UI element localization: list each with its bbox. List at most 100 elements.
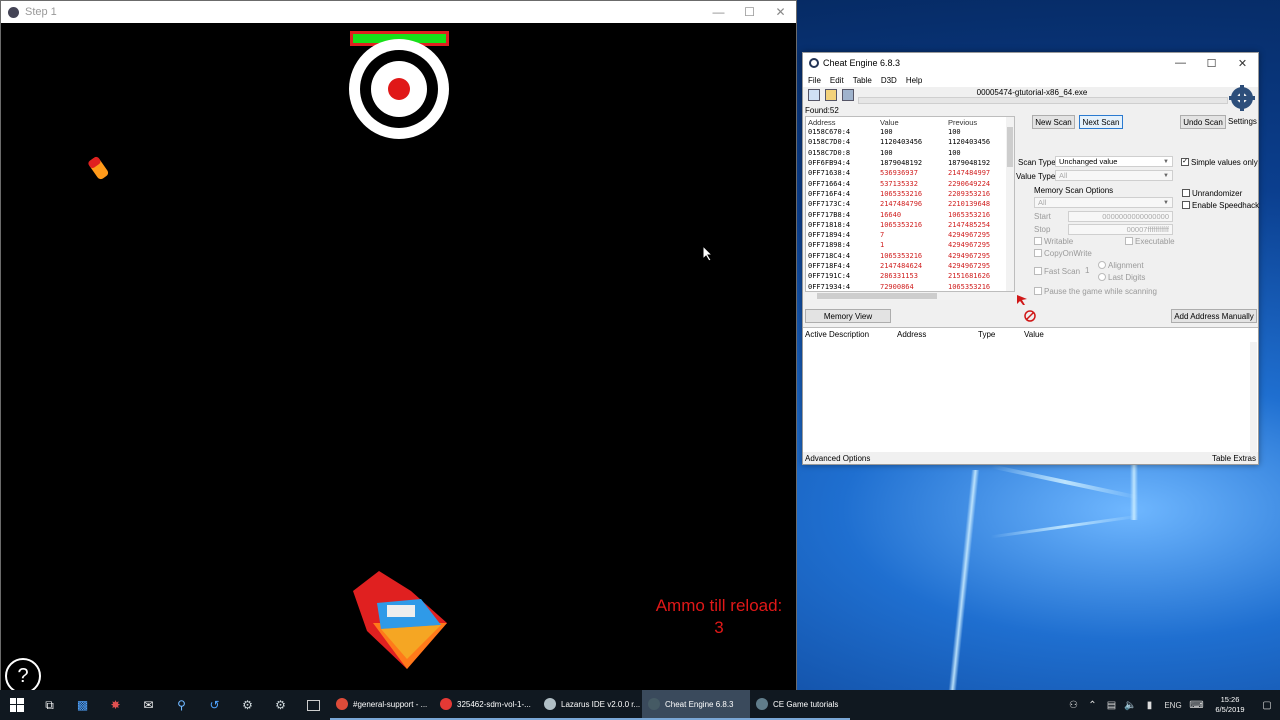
result-row[interactable]: 0FF7173C:4 2147484796 2210139648 <box>806 199 1014 209</box>
volume-icon[interactable]: 🔈 <box>1121 700 1140 711</box>
result-row[interactable]: 0FF71934:4 72900864 1065353216 <box>806 281 1014 291</box>
taskbar-item[interactable]: #general-support - ... <box>330 690 434 720</box>
simple-values-checkbox[interactable]: ✓ <box>1181 158 1189 166</box>
column-previous[interactable]: Previous <box>948 118 1006 127</box>
taskbar-item[interactable]: Cheat Engine 6.8.3 <box>642 690 750 720</box>
result-previous: 4294967295 <box>948 231 991 240</box>
fast-scan-value[interactable]: 1 <box>1085 266 1089 275</box>
pause-game-checkbox[interactable] <box>1034 287 1042 295</box>
pointer-scan-arrow-icon[interactable] <box>1017 295 1029 305</box>
stop-icon[interactable] <box>1024 310 1036 322</box>
minimize-button[interactable]: — <box>703 1 734 23</box>
task-view-button[interactable]: ⧉ <box>33 690 66 720</box>
pinned-app[interactable]: ⚲ <box>165 690 198 720</box>
menu-help[interactable]: Help <box>906 76 922 85</box>
result-row[interactable]: 0FF6FB94:4 1879048192 1879048192 <box>806 158 1014 168</box>
menu-file[interactable]: File <box>808 76 821 85</box>
result-row[interactable]: 0FF717B8:4 16640 1065353216 <box>806 209 1014 219</box>
column-type[interactable]: Type <box>978 330 995 339</box>
ce-close-button[interactable]: ✕ <box>1227 53 1258 73</box>
pinned-app[interactable]: ✸ <box>99 690 132 720</box>
taskbar-item[interactable]: 325462-sdm-vol-1-... <box>434 690 538 720</box>
stop-address-input[interactable]: 00007fffffffffff <box>1068 224 1173 235</box>
new-scan-button[interactable]: New Scan <box>1032 115 1075 129</box>
result-row[interactable]: 0158C670:4 100 100 <box>806 127 1014 137</box>
pinned-app[interactable] <box>297 690 330 720</box>
results-horizontal-scrollbar[interactable] <box>805 292 1000 300</box>
game-canvas[interactable]: Ammo till reload: 3 ? <box>1 23 796 694</box>
clock[interactable]: 15:26 6/5/2019 <box>1206 695 1254 715</box>
result-row[interactable]: 0FF718F4:4 2147484624 4294967295 <box>806 261 1014 271</box>
result-row[interactable]: 0FF718C4:4 1065353216 4294967295 <box>806 251 1014 261</box>
chevron-up-icon[interactable]: ⌃ <box>1083 700 1102 711</box>
close-button[interactable]: ✕ <box>765 1 796 23</box>
scan-results-list[interactable]: Address Value Previous 0158C670:4 100 100 0… <box>805 116 1015 292</box>
help-button[interactable]: ? <box>5 658 41 694</box>
memory-view-button[interactable]: Memory View <box>805 309 891 323</box>
pinned-app[interactable]: ✉ <box>132 690 165 720</box>
ce-minimize-button[interactable]: — <box>1165 53 1196 73</box>
open-process-icon[interactable] <box>808 89 820 101</box>
result-row[interactable]: 0FF71818:4 1065353216 2147485254 <box>806 220 1014 230</box>
alignment-radio[interactable] <box>1098 261 1106 269</box>
column-address[interactable]: Address <box>897 330 926 339</box>
battery-icon[interactable]: ▮ <box>1140 700 1159 711</box>
taskbar-item[interactable]: Lazarus IDE v2.0.0 r... <box>538 690 642 720</box>
menu-table[interactable]: Table <box>853 76 872 85</box>
people-icon[interactable]: ⚇ <box>1064 700 1083 711</box>
column-active-description[interactable]: Active Description <box>805 330 869 339</box>
save-file-icon[interactable] <box>842 89 854 101</box>
result-row[interactable]: 0FF716F4:4 1065353216 2209353216 <box>806 189 1014 199</box>
scan-type-select[interactable]: Unchanged value ▼ <box>1055 156 1173 167</box>
open-file-icon[interactable] <box>825 89 837 101</box>
result-address: 0FF718C4:4 <box>808 251 851 260</box>
menu-d3d[interactable]: D3D <box>881 76 897 85</box>
pinned-app[interactable]: ↺ <box>198 690 231 720</box>
network-icon[interactable]: ▤ <box>1102 700 1121 711</box>
result-row[interactable]: 0FF71894:4 7 4294967295 <box>806 230 1014 240</box>
gear-icon: ⚙ <box>242 698 253 712</box>
writable-checkbox[interactable] <box>1034 237 1042 245</box>
maximize-button[interactable]: ☐ <box>734 1 765 23</box>
result-row[interactable]: 0158C7D0:8 100 100 <box>806 148 1014 158</box>
pinned-app[interactable]: ⚙ <box>264 690 297 720</box>
address-list-scrollbar[interactable] <box>1250 342 1257 452</box>
start-button[interactable] <box>0 690 33 720</box>
taskbar-item[interactable]: CE Game tutorials <box>750 690 850 720</box>
start-address-input[interactable]: 0000000000000000 <box>1068 211 1173 222</box>
column-address[interactable]: Address <box>806 118 880 127</box>
language-indicator[interactable]: ENG <box>1159 701 1187 710</box>
table-extras-link[interactable]: Table Extras <box>1212 454 1256 463</box>
last-digits-radio[interactable] <box>1098 273 1106 281</box>
ce-maximize-button[interactable]: ☐ <box>1196 53 1227 73</box>
game-titlebar: Step 1 — ☐ ✕ <box>1 1 796 23</box>
notifications-icon[interactable]: ▢ <box>1254 700 1280 711</box>
result-row[interactable]: 0158C7D0:4 1120403456 1120403456 <box>806 137 1014 147</box>
next-scan-button[interactable]: Next Scan <box>1079 115 1123 129</box>
undo-scan-button[interactable]: Undo Scan <box>1180 115 1226 129</box>
result-row[interactable]: 0FF71898:4 1 4294967295 <box>806 240 1014 250</box>
column-value[interactable]: Value <box>1024 330 1044 339</box>
menu-edit[interactable]: Edit <box>830 76 844 85</box>
fast-scan-checkbox[interactable] <box>1034 267 1042 275</box>
result-row[interactable]: 0FF7191C:4 286331153 2151681626 <box>806 271 1014 281</box>
speedhack-checkbox[interactable] <box>1182 201 1190 209</box>
unrandomizer-checkbox[interactable] <box>1182 189 1190 197</box>
pinned-app[interactable]: ⚙ <box>231 690 264 720</box>
add-address-manually-button[interactable]: Add Address Manually <box>1171 309 1257 323</box>
cheat-engine-logo-icon[interactable] <box>1229 85 1255 111</box>
pinned-app[interactable]: ▩ <box>66 690 99 720</box>
address-list[interactable]: Active Description Address Type Value <box>803 327 1258 452</box>
copy-on-write-checkbox[interactable] <box>1034 249 1042 257</box>
settings-link[interactable]: Settings <box>1228 117 1257 126</box>
memory-region-select[interactable]: All ▼ <box>1034 197 1173 208</box>
value-type-select[interactable]: All ▼ <box>1055 170 1173 181</box>
result-previous: 2147485254 <box>948 220 991 229</box>
column-value[interactable]: Value <box>880 118 948 127</box>
results-vertical-scrollbar[interactable] <box>1006 117 1014 291</box>
executable-checkbox[interactable] <box>1125 237 1133 245</box>
keyboard-icon[interactable]: ⌨ <box>1187 700 1206 711</box>
advanced-options-link[interactable]: Advanced Options <box>805 454 870 463</box>
result-row[interactable]: 0FF71664:4 537135332 2290649224 <box>806 178 1014 188</box>
result-row[interactable]: 0FF71638:4 536936937 2147484997 <box>806 168 1014 178</box>
